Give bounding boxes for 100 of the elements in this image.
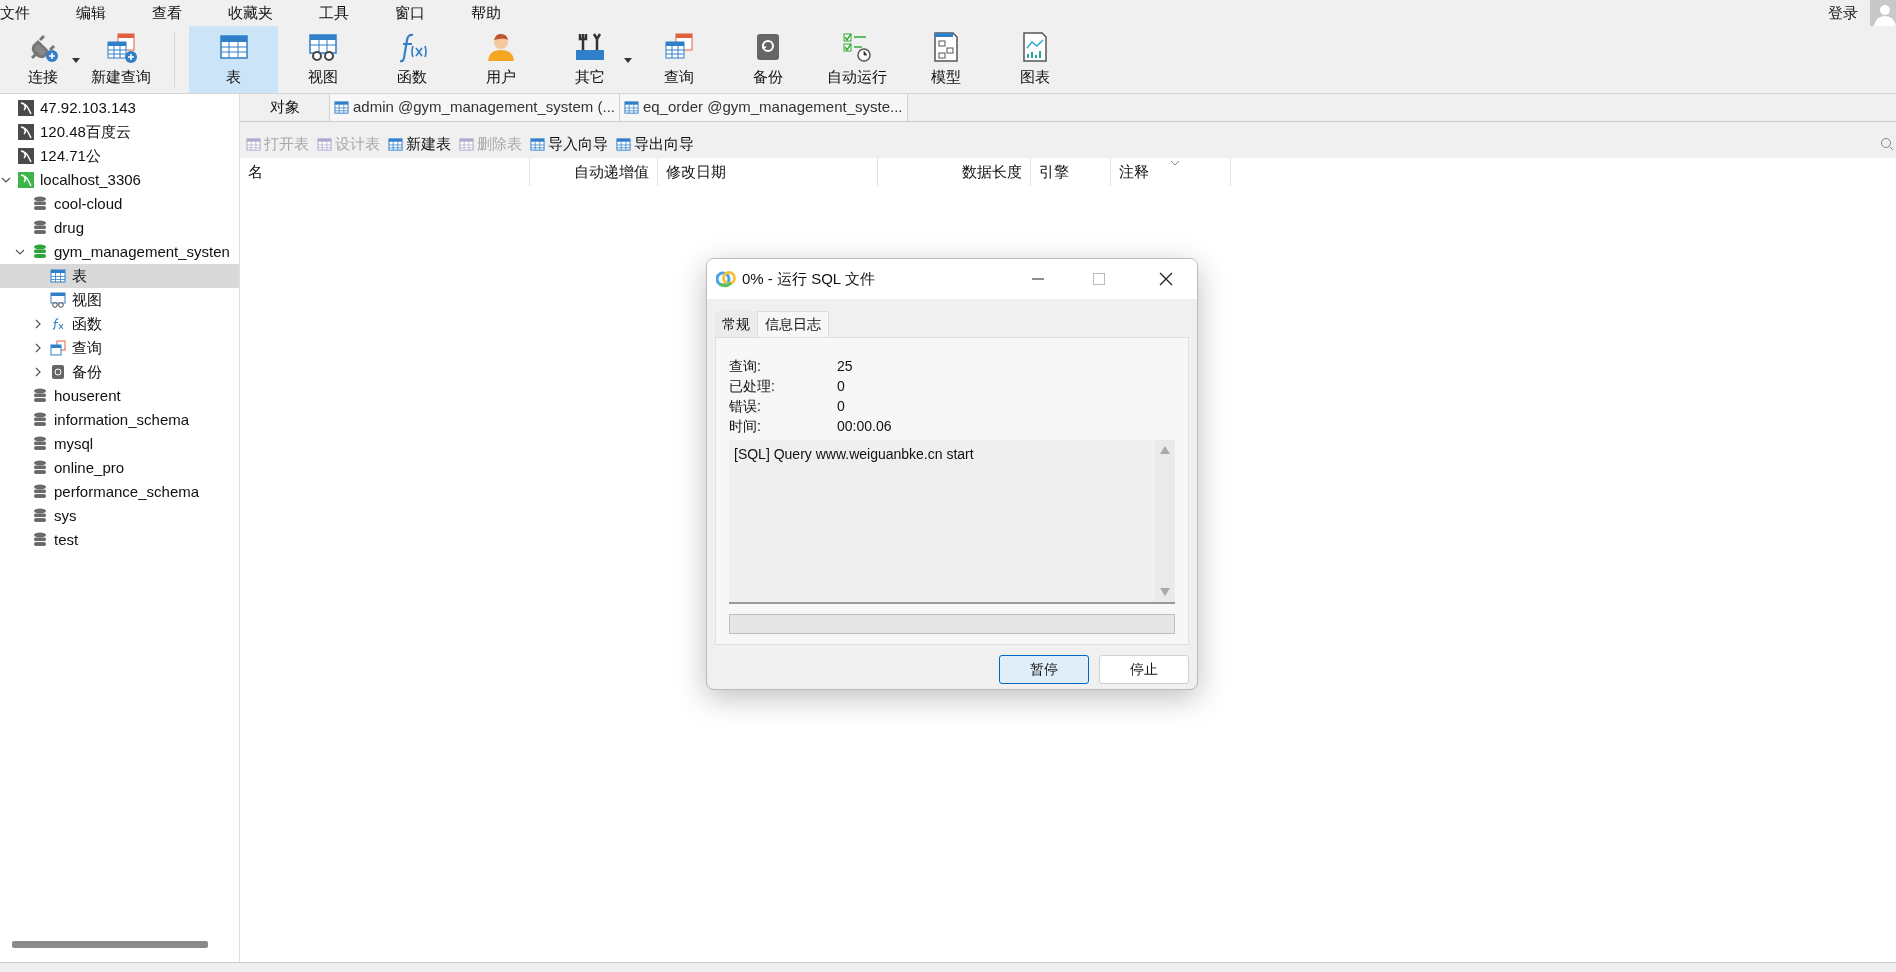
menu-item[interactable]: 收藏夹 xyxy=(205,1,296,25)
connection-icon xyxy=(18,124,34,140)
table-icon xyxy=(317,136,332,152)
tree-item[interactable]: cool-cloud xyxy=(0,192,239,216)
toolbar-button[interactable]: 视图 xyxy=(278,26,367,93)
menu-item[interactable]: 工具 xyxy=(296,1,372,25)
tree-item[interactable]: 表 xyxy=(0,264,239,288)
tree-item[interactable]: 124.71公 xyxy=(0,144,239,168)
tree-label: information_schema xyxy=(54,409,190,430)
menu-item[interactable]: 查看 xyxy=(129,1,205,25)
tree-item[interactable]: 视图 xyxy=(0,288,239,312)
dialog-button[interactable]: 停止 xyxy=(1099,655,1189,684)
tree-item[interactable]: 查询 xyxy=(0,336,239,360)
dropdown-caret-icon[interactable] xyxy=(624,58,632,63)
scrollbar[interactable] xyxy=(12,941,208,948)
action-button[interactable]: 导入向导 xyxy=(530,132,608,156)
tree-item[interactable]: houserent xyxy=(0,384,239,408)
menu-item[interactable]: 编辑 xyxy=(53,1,129,25)
log-line: [SQL] Query www.weiguanbke.cn start xyxy=(733,445,975,464)
tree-item[interactable]: gym_management_systen xyxy=(0,240,239,264)
tree-label: 124.71公 xyxy=(40,145,101,166)
action-button[interactable]: 导出向导 xyxy=(616,132,694,156)
dialog-tab[interactable]: 信息日志 xyxy=(757,311,829,337)
stat-value: 25 xyxy=(837,356,853,376)
column-header[interactable]: 注释 xyxy=(1111,158,1231,186)
tree-item[interactable]: 函数 xyxy=(0,312,239,336)
tree-item[interactable]: sys xyxy=(0,504,239,528)
tree-label: 备份 xyxy=(72,361,102,382)
dropdown-caret-icon[interactable] xyxy=(72,58,80,63)
database-icon xyxy=(33,220,47,236)
tree-item[interactable]: 47.92.103.143 xyxy=(0,96,239,120)
query-icon xyxy=(50,340,66,356)
tree-label: mysql xyxy=(54,433,94,454)
toolbar-button[interactable]: 函数 xyxy=(367,26,456,93)
search-icon[interactable] xyxy=(1880,137,1894,151)
view-icon xyxy=(50,292,66,308)
column-header[interactable]: 自动递增值 xyxy=(530,158,658,186)
toolbar-button[interactable]: 图表 xyxy=(990,26,1079,93)
new-query-icon xyxy=(104,30,138,65)
tree-label: gym_management_systen xyxy=(54,241,230,262)
tree-label: 47.92.103.143 xyxy=(40,97,136,118)
chevron-right-icon[interactable] xyxy=(33,343,43,353)
toolbar-button[interactable]: 其它 xyxy=(545,26,634,93)
tab[interactable]: eq_order @gym_management_syste... xyxy=(620,94,908,121)
close-icon[interactable] xyxy=(1159,272,1173,286)
tree-item[interactable]: performance_schema xyxy=(0,480,239,504)
toolbar-button[interactable]: 自动运行 xyxy=(812,26,901,93)
database-icon xyxy=(33,412,47,428)
toolbar-button[interactable]: 表 xyxy=(189,26,278,93)
sort-caret-icon xyxy=(1170,160,1180,166)
table-icon xyxy=(388,136,403,152)
menu-item[interactable]: 帮助 xyxy=(448,1,524,25)
tree-label: 表 xyxy=(72,265,87,286)
backup-icon xyxy=(50,364,66,380)
chevron-down-icon[interactable] xyxy=(1,175,11,185)
column-header[interactable]: 引擎 xyxy=(1031,158,1111,186)
tree-item[interactable]: 120.48百度云 xyxy=(0,120,239,144)
toolbar-button[interactable]: 用户 xyxy=(456,26,545,93)
stat-label: 查询: xyxy=(729,356,762,376)
column-header[interactable]: 修改日期 xyxy=(658,158,878,186)
tree-item[interactable]: 备份 xyxy=(0,360,239,384)
tree-item[interactable]: information_schema xyxy=(0,408,239,432)
tree-label: 视图 xyxy=(72,289,102,310)
connection-icon xyxy=(18,148,34,164)
tree-item[interactable]: localhost_3306 xyxy=(0,168,239,192)
column-header[interactable]: 名 xyxy=(240,158,530,186)
login-link[interactable]: 登录 xyxy=(1828,1,1858,25)
menu-item[interactable]: 窗口 xyxy=(372,1,448,25)
tree-item[interactable]: mysql xyxy=(0,432,239,456)
tree-item[interactable]: drug xyxy=(0,216,239,240)
dialog-title: 0% - 运行 SQL 文件 xyxy=(742,268,875,289)
tree-item[interactable]: online_pro xyxy=(0,456,239,480)
database-icon xyxy=(33,484,47,500)
action-button[interactable]: 新建表 xyxy=(388,132,451,156)
tree-label: 查询 xyxy=(72,337,102,358)
toolbar-button[interactable]: 备份 xyxy=(723,26,812,93)
toolbar-button[interactable]: 新建查询 xyxy=(82,26,160,93)
chevron-right-icon[interactable] xyxy=(33,319,43,329)
tree-label: sys xyxy=(54,505,77,526)
tree-label: performance_schema xyxy=(54,481,200,502)
toolbar-button[interactable]: 查询 xyxy=(634,26,723,93)
table-icon xyxy=(246,136,261,152)
tree-label: online_pro xyxy=(54,457,125,478)
tab[interactable]: admin @gym_management_system (... xyxy=(330,94,620,121)
chevron-down-icon[interactable] xyxy=(15,247,25,257)
tree-label: drug xyxy=(54,217,85,238)
connection-icon xyxy=(18,172,34,188)
menu-item[interactable]: 文件 xyxy=(0,1,53,25)
table-icon xyxy=(334,100,349,115)
column-header[interactable]: 数据长度 xyxy=(878,158,1031,186)
tree-item[interactable]: test xyxy=(0,528,239,552)
toolbar-button[interactable]: 模型 xyxy=(901,26,990,93)
tree-label: test xyxy=(54,529,79,550)
chevron-right-icon[interactable] xyxy=(33,367,43,377)
dialog-button[interactable]: 暂停 xyxy=(999,655,1089,684)
stat-value: 0 xyxy=(837,396,845,416)
function-icon xyxy=(52,318,64,330)
tree-label: houserent xyxy=(54,385,121,406)
dialog-tab[interactable]: 常规 xyxy=(715,311,757,337)
toolbar-button[interactable]: 连接 xyxy=(4,26,82,93)
